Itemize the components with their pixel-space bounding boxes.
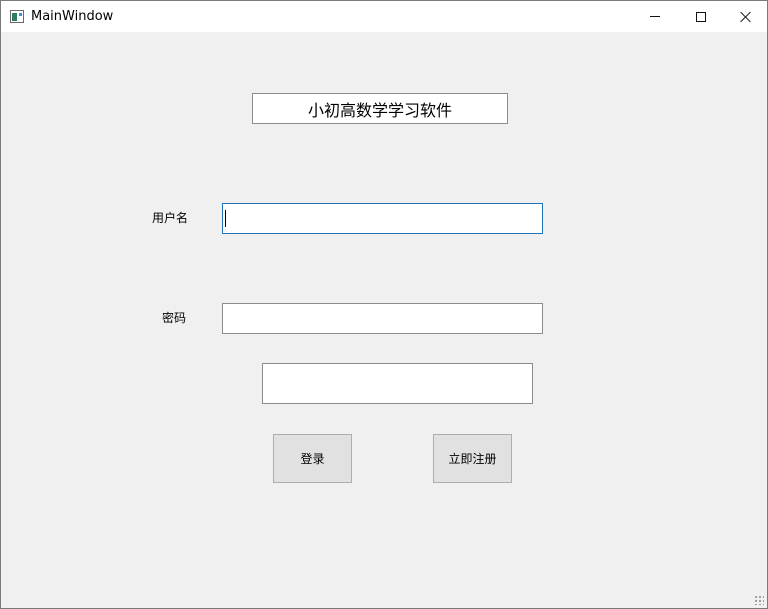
main-window: MainWindow 小初高数学学习软件 用户名 密码 登录 立即注册	[0, 0, 768, 609]
app-window-icon	[10, 10, 24, 23]
window-title: MainWindow	[31, 9, 114, 24]
login-button[interactable]: 登录	[273, 434, 352, 483]
maximize-icon	[696, 11, 706, 22]
username-label: 用户名	[152, 211, 189, 225]
register-button[interactable]: 立即注册	[433, 434, 512, 483]
username-input[interactable]	[222, 203, 543, 234]
password-input[interactable]	[222, 303, 543, 334]
maximize-button[interactable]	[678, 1, 724, 32]
minimize-icon	[650, 16, 660, 17]
title-bar[interactable]: MainWindow	[1, 1, 767, 32]
message-box	[262, 363, 533, 404]
app-heading: 小初高数学学习软件	[252, 93, 508, 124]
password-label: 密码	[162, 311, 187, 325]
text-caret	[225, 210, 226, 227]
close-icon	[740, 11, 752, 23]
resize-grip-icon[interactable]	[754, 595, 764, 605]
minimize-button[interactable]	[632, 1, 678, 32]
close-button[interactable]	[723, 1, 768, 32]
